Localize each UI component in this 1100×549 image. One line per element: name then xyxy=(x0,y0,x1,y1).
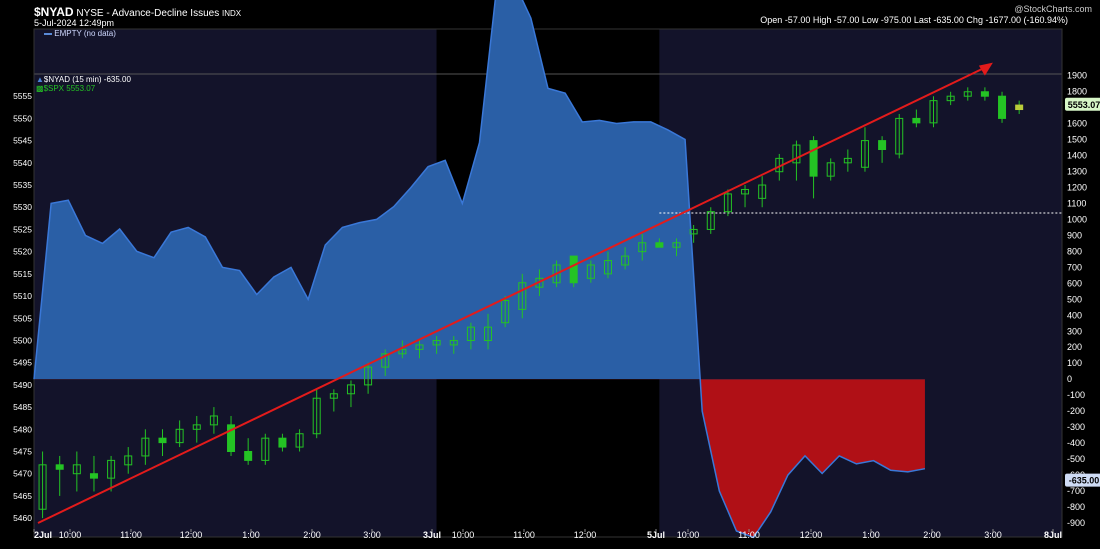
y-left-tick-label: 5475 xyxy=(13,447,32,457)
y-right-tick-label: 1200 xyxy=(1067,182,1087,192)
candle-body xyxy=(809,140,818,177)
y-right-tick-label: 1000 xyxy=(1067,214,1087,224)
y-right-tick-label: 1800 xyxy=(1067,87,1087,97)
y-right-tick-label: 1900 xyxy=(1067,71,1087,81)
candle-body xyxy=(655,242,664,248)
x-tick-label: 2Jul xyxy=(34,530,52,540)
candle-body xyxy=(912,117,921,124)
y-left-tick-label: 5510 xyxy=(13,291,32,301)
y-left-tick-label: 5550 xyxy=(13,113,32,123)
y-right-tick-label: 800 xyxy=(1067,246,1082,256)
y-left-tick-label: 5520 xyxy=(13,247,32,257)
y-left-tick-label: 5495 xyxy=(13,358,32,368)
y-left-tick-label: 5460 xyxy=(13,513,32,523)
nyad-last-value: -635.00 xyxy=(1069,476,1100,486)
candle-body xyxy=(55,464,64,470)
y-left-tick-label: 5505 xyxy=(13,313,32,323)
legend-spx: ▩$SPX 5553.07 xyxy=(36,84,96,93)
y-right-tick-label: -400 xyxy=(1067,438,1085,448)
legend-nyad-text: $NYAD (15 min) -635.00 xyxy=(43,75,131,84)
candle-body xyxy=(158,437,167,444)
candle-body xyxy=(878,140,887,150)
y-right-tick-label: -700 xyxy=(1067,486,1085,496)
y-right-tick-label: 500 xyxy=(1067,294,1082,304)
candle-body xyxy=(569,255,578,284)
y-right-tick-label: 1600 xyxy=(1067,119,1087,129)
y-right-tick-label: -100 xyxy=(1067,390,1085,400)
y-right-tick-label: -900 xyxy=(1067,518,1085,528)
y-right-tick-label: 1400 xyxy=(1067,150,1087,160)
y-left-tick-label: 5500 xyxy=(13,335,32,345)
top-panel-legend: EMPTY (no data) xyxy=(44,29,116,38)
y-right-tick-label: 0 xyxy=(1067,374,1072,384)
y-right-tick-label: -800 xyxy=(1067,502,1085,512)
y-left-tick-label: 5540 xyxy=(13,158,32,168)
y-left-tick-label: 5525 xyxy=(13,224,32,234)
spx-last-value: 5553.07 xyxy=(1068,100,1100,110)
candle-body xyxy=(998,95,1007,119)
y-right-tick-label: 1100 xyxy=(1067,198,1086,208)
y-right-tick-label: 1500 xyxy=(1067,135,1087,145)
candle-body xyxy=(980,91,989,97)
y-right-tick-label: 900 xyxy=(1067,230,1082,240)
y-left-tick-label: 5470 xyxy=(13,469,32,479)
y-right-tick-label: 400 xyxy=(1067,310,1082,320)
y-left-tick-label: 5465 xyxy=(13,491,32,501)
y-left-tick-label: 5545 xyxy=(13,136,32,146)
legend-nyad: ▲$NYAD (15 min) -635.00 xyxy=(36,75,131,84)
y-left-tick-label: 5490 xyxy=(13,380,32,390)
y-left-tick-label: 5515 xyxy=(13,269,32,279)
chart-canvas: 1900180017001600150014001300120011001000… xyxy=(13,0,1100,540)
y-right-tick-label: 300 xyxy=(1067,326,1082,336)
y-right-tick-label: 1300 xyxy=(1067,166,1087,176)
y-left-tick-label: 5530 xyxy=(13,202,32,212)
y-right-tick-label: -500 xyxy=(1067,454,1085,464)
y-right-tick-label: 200 xyxy=(1067,342,1082,352)
candle-body xyxy=(1015,104,1024,111)
y-left-tick-label: 5555 xyxy=(13,91,32,101)
top-panel-legend-text: EMPTY (no data) xyxy=(54,29,116,38)
y-right-tick-label: 600 xyxy=(1067,278,1082,288)
y-left-tick-label: 5485 xyxy=(13,402,32,412)
y-right-tick-label: -300 xyxy=(1067,422,1085,432)
legend-spx-text: $SPX 5553.07 xyxy=(43,84,96,93)
y-right-tick-label: 100 xyxy=(1067,358,1082,368)
y-left-tick-label: 5480 xyxy=(13,424,32,434)
y-right-tick-label: -200 xyxy=(1067,406,1085,416)
candle-body xyxy=(278,437,287,448)
y-left-tick-label: 5535 xyxy=(13,180,32,190)
candle-body xyxy=(89,473,98,479)
y-right-tick-label: 700 xyxy=(1067,262,1082,272)
candle-body xyxy=(244,451,253,461)
